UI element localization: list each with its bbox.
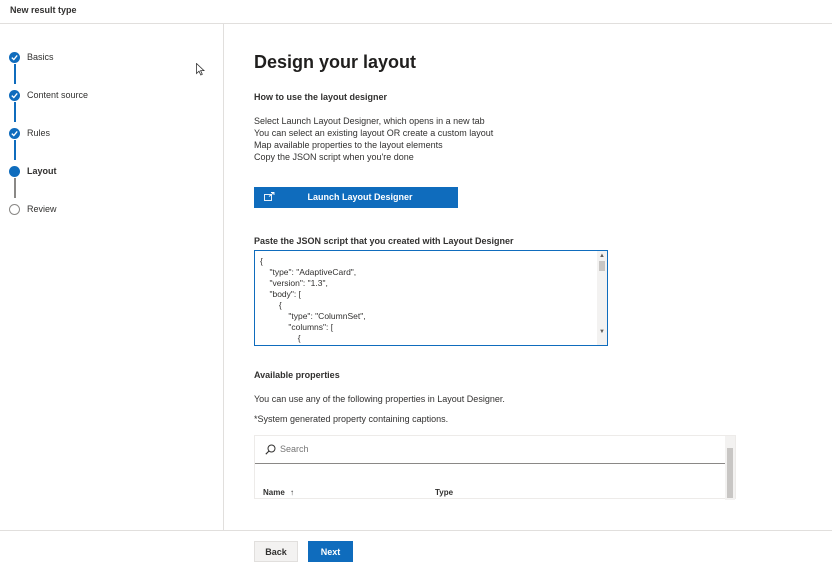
column-header-name-label: Name bbox=[263, 488, 285, 497]
current-step-dot-icon bbox=[9, 166, 20, 177]
instruction-line: Select Launch Layout Designer, which ope… bbox=[254, 116, 485, 126]
top-bar: New result type bbox=[0, 0, 832, 24]
step-label: Layout bbox=[27, 166, 57, 176]
checkmark-icon bbox=[9, 128, 20, 139]
pending-step-circle-icon bbox=[9, 204, 20, 215]
scroll-thumb[interactable] bbox=[599, 261, 605, 271]
json-script-textarea[interactable]: { "type": "AdaptiveCard", "version": "1.… bbox=[254, 250, 608, 346]
page-title: Design your layout bbox=[254, 52, 417, 72]
instruction-line: Copy the JSON script when you're done bbox=[254, 152, 414, 162]
scroll-up-icon[interactable]: ▲ bbox=[599, 253, 605, 259]
json-scrollbar[interactable]: ▲ ▼ bbox=[597, 251, 607, 345]
window-title: New result type bbox=[10, 5, 77, 15]
column-header-type[interactable]: Type bbox=[435, 488, 453, 497]
search-icon bbox=[265, 444, 276, 457]
properties-list-panel: Name ↑ Type bbox=[254, 435, 736, 500]
search-input[interactable] bbox=[280, 444, 580, 454]
scroll-thumb[interactable] bbox=[727, 448, 733, 498]
sort-ascending-icon: ↑ bbox=[290, 488, 295, 497]
launch-button-label: Launch Layout Designer bbox=[307, 192, 413, 202]
wizard-sidebar: Basics Content source Rules Layout Revie… bbox=[0, 24, 224, 530]
json-script-content: { "type": "AdaptiveCard", "version": "1.… bbox=[260, 256, 372, 345]
step-label: Rules bbox=[27, 128, 51, 138]
step-label: Content source bbox=[27, 90, 89, 100]
mouse-cursor-icon bbox=[196, 63, 205, 76]
step-connector bbox=[14, 102, 16, 122]
system-property-note: *System generated property containing ca… bbox=[254, 414, 449, 424]
properties-search-box[interactable] bbox=[255, 436, 725, 464]
available-properties-title: Available properties bbox=[254, 370, 340, 380]
footer-bar: Back Next bbox=[0, 530, 832, 564]
back-button[interactable]: Back bbox=[254, 541, 298, 562]
launch-layout-designer-button[interactable]: Launch Layout Designer bbox=[254, 187, 458, 208]
checkmark-icon bbox=[9, 52, 20, 63]
step-connector bbox=[14, 64, 16, 84]
instruction-line: Map available properties to the layout e… bbox=[254, 140, 443, 150]
step-label: Basics bbox=[27, 52, 54, 62]
next-button[interactable]: Next bbox=[308, 541, 353, 562]
checkmark-icon bbox=[9, 90, 20, 101]
step-connector bbox=[14, 140, 16, 160]
step-connector bbox=[14, 178, 16, 198]
step-label: Review bbox=[27, 204, 57, 214]
json-script-label: Paste the JSON script that you created w… bbox=[254, 236, 514, 246]
available-properties-description: You can use any of the following propert… bbox=[254, 394, 505, 404]
properties-scrollbar[interactable] bbox=[725, 436, 735, 500]
scroll-down-icon[interactable]: ▼ bbox=[599, 329, 605, 335]
how-to-title: How to use the layout designer bbox=[254, 92, 388, 102]
column-header-name[interactable]: Name ↑ bbox=[263, 488, 294, 497]
instruction-line: You can select an existing layout OR cre… bbox=[254, 128, 494, 138]
